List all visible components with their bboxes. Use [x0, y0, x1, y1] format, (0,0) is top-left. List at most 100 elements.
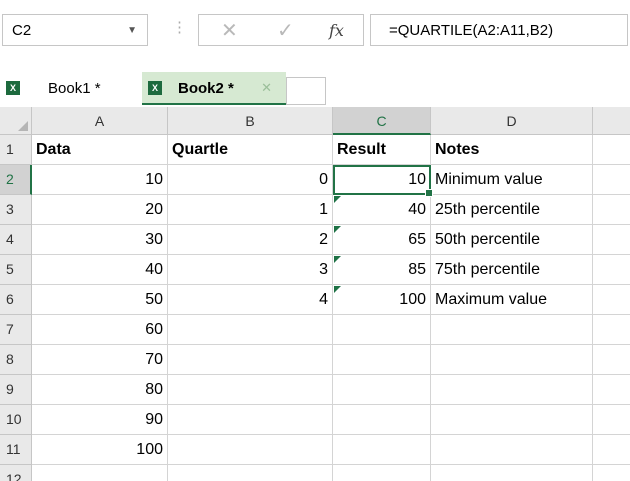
cell-e4[interactable] — [593, 225, 630, 255]
tab-label: Book1 * — [48, 80, 101, 97]
cell-c4[interactable]: 65 — [333, 225, 431, 255]
cell-b5[interactable]: 3 — [168, 255, 333, 285]
tab-book1[interactable]: X Book1 * — [0, 72, 138, 105]
spreadsheet-grid[interactable]: A B C D 1 Data Quartle Result Notes 2 10 0 10 Min… — [0, 107, 630, 481]
chevron-down-icon[interactable]: ▼ — [127, 25, 137, 36]
row-header-2[interactable]: 2 — [0, 165, 32, 195]
name-box-value: C2 — [12, 22, 32, 39]
cell-e5[interactable] — [593, 255, 630, 285]
cell-a12[interactable] — [32, 465, 168, 481]
cell-b4[interactable]: 2 — [168, 225, 333, 255]
cell-a2[interactable]: 10 — [32, 165, 168, 195]
cell-e11[interactable] — [593, 435, 630, 465]
cell-b2[interactable]: 0 — [168, 165, 333, 195]
select-all-icon — [18, 121, 28, 131]
row-header-5[interactable]: 5 — [0, 255, 32, 285]
row-header-6[interactable]: 6 — [0, 285, 32, 315]
cell-b1[interactable]: Quartle — [168, 135, 333, 165]
error-indicator-icon — [334, 196, 341, 203]
cell-e12[interactable] — [593, 465, 630, 481]
cell-d2[interactable]: Minimum value — [431, 165, 593, 195]
enter-icon[interactable]: ✓ — [277, 18, 294, 43]
cell-b7[interactable] — [168, 315, 333, 345]
cell-d1[interactable]: Notes — [431, 135, 593, 165]
row-header-12[interactable]: 12 — [0, 465, 32, 481]
cell-e1[interactable] — [593, 135, 630, 165]
cell-e10[interactable] — [593, 405, 630, 435]
cell-d9[interactable] — [431, 375, 593, 405]
cell-a5[interactable]: 40 — [32, 255, 168, 285]
cell-b9[interactable] — [168, 375, 333, 405]
row-header-3[interactable]: 3 — [0, 195, 32, 225]
cell-a3[interactable]: 20 — [32, 195, 168, 225]
column-header-d[interactable]: D — [431, 107, 593, 135]
formula-input[interactable]: =QUARTILE(A2:A11,B2) — [370, 14, 628, 46]
row-header-7[interactable]: 7 — [0, 315, 32, 345]
row-header-10[interactable]: 10 — [0, 405, 32, 435]
cell-a4[interactable]: 30 — [32, 225, 168, 255]
name-box[interactable]: C2 ▼ — [2, 14, 148, 46]
cell-a7[interactable]: 60 — [32, 315, 168, 345]
cell-d4[interactable]: 50th percentile — [431, 225, 593, 255]
column-header-a[interactable]: A — [32, 107, 168, 135]
tab-book2[interactable]: X Book2 * ✕ — [142, 72, 286, 105]
cell-c8[interactable] — [333, 345, 431, 375]
cell-b8[interactable] — [168, 345, 333, 375]
formula-bar-resize-handle[interactable]: ⋮ — [172, 18, 187, 36]
cell-c12[interactable] — [333, 465, 431, 481]
row-header-8[interactable]: 8 — [0, 345, 32, 375]
cell-e6[interactable] — [593, 285, 630, 315]
cell-c10[interactable] — [333, 405, 431, 435]
cell-d6[interactable]: Maximum value — [431, 285, 593, 315]
cell-d11[interactable] — [431, 435, 593, 465]
cell-c3[interactable]: 40 — [333, 195, 431, 225]
cell-b10[interactable] — [168, 405, 333, 435]
cell-b11[interactable] — [168, 435, 333, 465]
cell-e8[interactable] — [593, 345, 630, 375]
cell-b12[interactable] — [168, 465, 333, 481]
cell-e9[interactable] — [593, 375, 630, 405]
row-header-11[interactable]: 11 — [0, 435, 32, 465]
cell-c9[interactable] — [333, 375, 431, 405]
cell-c11[interactable] — [333, 435, 431, 465]
select-all-button[interactable] — [0, 107, 32, 135]
cell-e2[interactable] — [593, 165, 630, 195]
cell-b3[interactable]: 1 — [168, 195, 333, 225]
cell-a8[interactable]: 70 — [32, 345, 168, 375]
row-header-1[interactable]: 1 — [0, 135, 32, 165]
cell-d8[interactable] — [431, 345, 593, 375]
formula-bar: C2 ▼ ⋮ ✕ ✓ fx =QUARTILE(A2:A11,B2) — [0, 0, 630, 64]
tab-label: Book2 * — [178, 80, 234, 97]
row-header-9[interactable]: 9 — [0, 375, 32, 405]
cell-d3[interactable]: 25th percentile — [431, 195, 593, 225]
row-header-4[interactable]: 4 — [0, 225, 32, 255]
formula-bar-buttons: ✕ ✓ fx — [198, 14, 364, 46]
cell-c5[interactable]: 85 — [333, 255, 431, 285]
cell-c2[interactable]: 10 — [333, 165, 431, 195]
cell-c6[interactable]: 100 — [333, 285, 431, 315]
column-header-c[interactable]: C — [333, 107, 431, 135]
column-header-e[interactable] — [593, 107, 630, 135]
cell-e7[interactable] — [593, 315, 630, 345]
error-indicator-icon — [334, 286, 341, 293]
error-indicator-icon — [334, 226, 341, 233]
close-icon[interactable]: ✕ — [261, 80, 272, 96]
insert-function-icon[interactable]: fx — [329, 21, 344, 40]
cell-a11[interactable]: 100 — [32, 435, 168, 465]
cell-e3[interactable] — [593, 195, 630, 225]
cell-b6[interactable]: 4 — [168, 285, 333, 315]
new-tab-button[interactable] — [286, 77, 326, 105]
cell-a9[interactable]: 80 — [32, 375, 168, 405]
cell-a1[interactable]: Data — [32, 135, 168, 165]
cell-d7[interactable] — [431, 315, 593, 345]
cell-d5[interactable]: 75th percentile — [431, 255, 593, 285]
excel-file-icon: X — [6, 81, 20, 95]
cell-c1[interactable]: Result — [333, 135, 431, 165]
cell-c7[interactable] — [333, 315, 431, 345]
cancel-icon[interactable]: ✕ — [221, 18, 238, 43]
cell-a6[interactable]: 50 — [32, 285, 168, 315]
column-header-b[interactable]: B — [168, 107, 333, 135]
cell-a10[interactable]: 90 — [32, 405, 168, 435]
cell-d10[interactable] — [431, 405, 593, 435]
cell-d12[interactable] — [431, 465, 593, 481]
